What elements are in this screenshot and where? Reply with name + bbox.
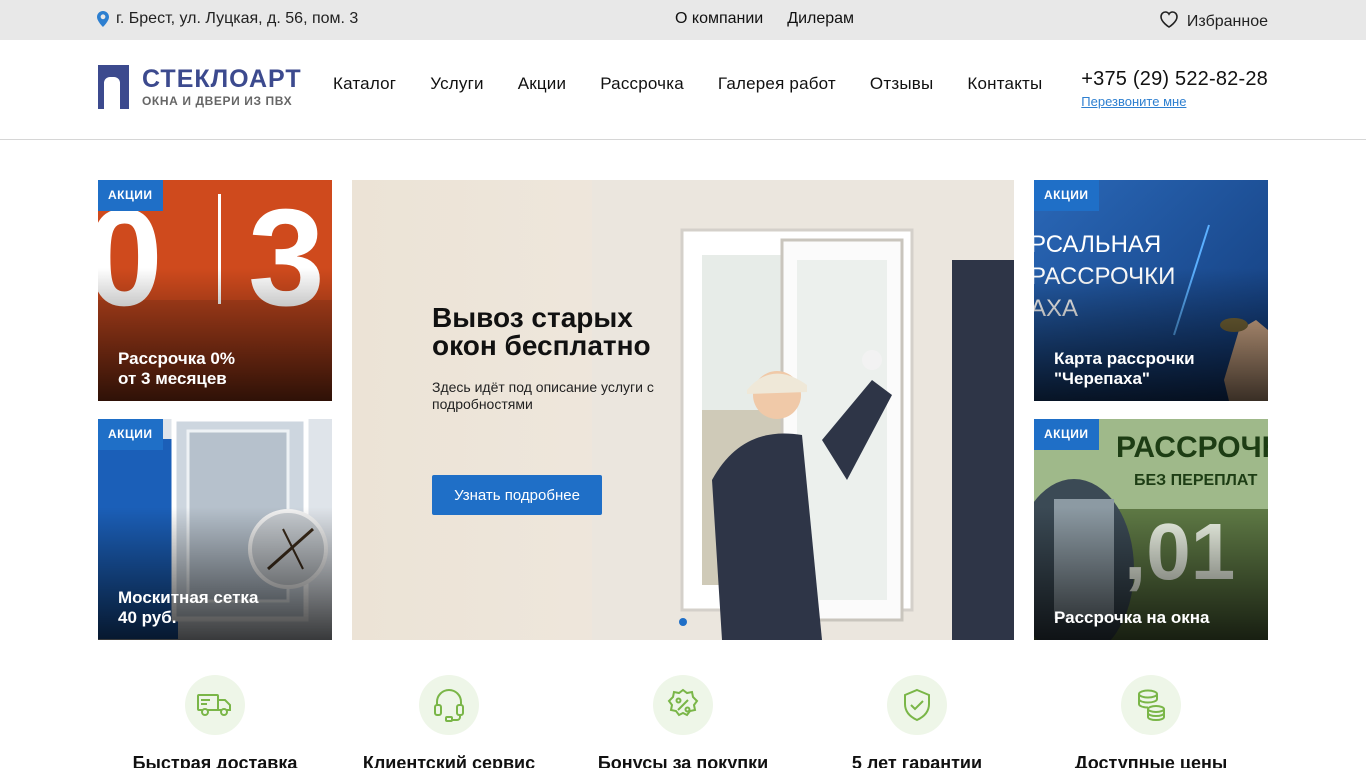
promo-tile-installment-0[interactable]: 0 3 АКЦИИ Рассрочка 0% от 3 месяцев (98, 180, 332, 401)
favorites-link[interactable]: Избранное (1159, 10, 1268, 33)
svg-text:БЕЗ ПЕРЕПЛАТ: БЕЗ ПЕРЕПЛАТ (1134, 472, 1258, 489)
feature-title: Бонусы за покупки (597, 753, 769, 768)
promo-title: Рассрочка на окна (1054, 608, 1210, 627)
headset-icon (419, 675, 479, 735)
svg-text:РАССРОЧКА: РАССРОЧКА (1116, 431, 1268, 464)
link-dealers[interactable]: Дилерам (787, 10, 854, 28)
top-bar: г. Брест, ул. Луцкая, д. 56, пом. 3 О ко… (0, 0, 1366, 40)
hero-title-line1: Вывоз старых (432, 302, 633, 333)
promo-tile-mosquito-net[interactable]: АКЦИИ Москитная сетка 40 руб. (98, 419, 332, 640)
promo-badge: АКЦИИ (98, 180, 163, 211)
phone-number[interactable]: +375 (29) 522-82-28 (1081, 68, 1268, 91)
hero-slider: Вывоз старых окон бесплатно Здесь идёт п… (352, 180, 1014, 640)
top-links: О компании Дилерам (675, 10, 854, 28)
promo-subtitle: "Черепаха" (1054, 369, 1150, 388)
nav-installments[interactable]: Рассрочка (600, 74, 684, 94)
feature-title: 5 лет гарантии (851, 753, 983, 768)
main-header: СТЕКЛОАРТ ОКНА И ДВЕРИ ИЗ ПВХ Каталог Ус… (0, 40, 1366, 140)
promo-title: Рассрочка 0% (118, 349, 235, 368)
promo-caption: Москитная сетка 40 руб. (118, 588, 322, 628)
main-nav: Каталог Услуги Акции Рассрочка Галерея р… (333, 74, 1042, 94)
feature-affordable-prices: Доступные цены (1034, 675, 1268, 768)
promo-caption: Рассрочка 0% от 3 месяцев (118, 349, 322, 389)
feature-title: Доступные цены (1074, 753, 1228, 768)
svg-text:РСАЛЬНАЯ: РСАЛЬНАЯ (1034, 231, 1161, 258)
logo-mark-icon (98, 65, 129, 109)
nav-reviews[interactable]: Отзывы (870, 74, 933, 94)
promo-title: Москитная сетка (118, 588, 259, 607)
hero-title: Вывоз старых окон бесплатно (432, 304, 732, 360)
promo-badge: АКЦИИ (1034, 180, 1099, 211)
nav-promotions[interactable]: Акции (518, 74, 567, 94)
logo-name: СТЕКЛОАРТ (142, 65, 302, 93)
promo-tile-window-installment[interactable]: РАССРОЧКА БЕЗ ПЕРЕПЛАТ ,01 АКЦИИ Рассроч… (1034, 419, 1268, 640)
nav-gallery[interactable]: Галерея работ (718, 74, 836, 94)
learn-more-button[interactable]: Узнать подробнее (432, 475, 602, 515)
nav-services[interactable]: Услуги (430, 74, 483, 94)
heart-icon (1159, 10, 1179, 33)
nav-contacts[interactable]: Контакты (967, 74, 1042, 94)
percent-badge-icon (653, 675, 713, 735)
address: г. Брест, ул. Луцкая, д. 56, пом. 3 (97, 10, 358, 28)
address-text: г. Брест, ул. Луцкая, д. 56, пом. 3 (116, 10, 359, 27)
promo-subtitle: 40 руб. (118, 608, 177, 627)
feature-title: Быстрая доставка (132, 753, 298, 768)
feature-warranty: 5 лет гарантии (800, 675, 1034, 768)
promo-caption: Карта рассрочки "Черепаха" (1054, 349, 1258, 389)
feature-title: Клиентский сервис (362, 753, 536, 768)
hero-description: Здесь идёт под описание услуги с подробн… (432, 379, 654, 412)
phone-block: +375 (29) 522-82-28 Перезвоните мне (1081, 68, 1268, 109)
favorites-label: Избранное (1186, 12, 1268, 30)
promo-title: Карта рассрочки (1054, 349, 1195, 368)
feature-customer-service: Клиентский сервис (332, 675, 566, 768)
shield-check-icon (887, 675, 947, 735)
hero-title-line2: окон бесплатно (432, 330, 651, 361)
promo-badge: АКЦИИ (98, 419, 163, 450)
logo[interactable]: СТЕКЛОАРТ ОКНА И ДВЕРИ ИЗ ПВХ (98, 65, 302, 109)
feature-bonuses: Бонусы за покупки (566, 675, 800, 768)
coins-icon (1121, 675, 1181, 735)
location-pin-icon (97, 11, 109, 27)
feature-fast-delivery: Быстрая доставка (98, 675, 332, 768)
nav-catalog[interactable]: Каталог (333, 74, 396, 94)
logo-tagline: ОКНА И ДВЕРИ ИЗ ПВХ (142, 94, 293, 108)
link-about[interactable]: О компании (675, 10, 763, 28)
truck-icon (185, 675, 245, 735)
slider-dot-active[interactable] (679, 618, 687, 626)
promo-tile-turtle-card[interactable]: РСАЛЬНАЯ РАССРОЧКИ АХА АКЦИИ Карта расср… (1034, 180, 1268, 401)
promo-subtitle: от 3 месяцев (118, 369, 227, 388)
callback-link[interactable]: Перезвоните мне (1081, 94, 1268, 109)
promo-badge: АКЦИИ (1034, 419, 1099, 450)
promo-caption: Рассрочка на окна (1054, 608, 1258, 628)
